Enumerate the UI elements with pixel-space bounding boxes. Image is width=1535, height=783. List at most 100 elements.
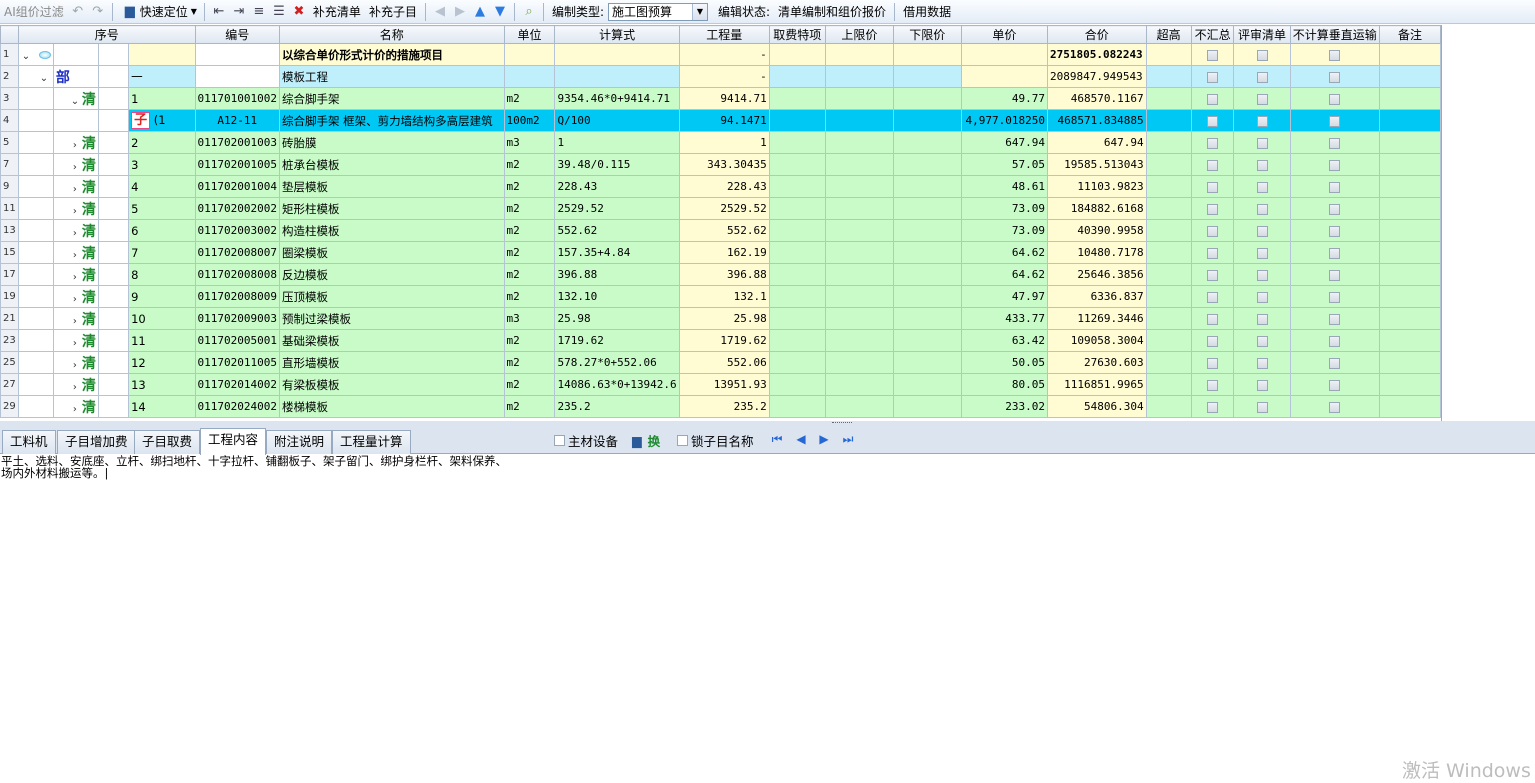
fee-item-cell[interactable] [768, 109, 826, 132]
no-vertical-cell[interactable] [1289, 109, 1380, 132]
arrow-right-icon[interactable]: ▶ [452, 4, 468, 20]
col-header-lower-price[interactable]: 下限价 [892, 25, 962, 44]
review-list-cell[interactable] [1233, 197, 1291, 220]
no-summary-checkbox[interactable] [1207, 335, 1219, 347]
remark-cell[interactable] [1378, 395, 1441, 418]
promote-icon[interactable]: ≡ [251, 4, 267, 20]
expand-icon[interactable]: › [70, 294, 80, 305]
lower-price-cell[interactable] [892, 131, 962, 154]
review-list-checkbox[interactable] [1256, 71, 1268, 83]
total-cell[interactable]: 184882.6168 [1046, 197, 1147, 220]
lower-price-cell[interactable] [892, 329, 962, 352]
qty-cell[interactable]: 162.19 [678, 241, 770, 264]
tree-cell[interactable]: › 清 [52, 197, 99, 220]
lower-price-cell[interactable] [892, 351, 962, 374]
formula-cell[interactable]: 9354.46*0+9414.71 [554, 87, 680, 110]
remark-cell[interactable] [1378, 263, 1441, 286]
tree-cell[interactable]: › 清 [52, 351, 99, 374]
unit-price-cell[interactable]: 233.02 [960, 395, 1048, 418]
no-vertical-checkbox[interactable] [1329, 225, 1341, 237]
fee-item-cell[interactable] [768, 329, 826, 352]
unit-price-cell[interactable] [960, 65, 1048, 88]
unit-price-cell[interactable]: 647.94 [960, 131, 1048, 154]
name-cell[interactable]: 反边模板 [278, 263, 505, 286]
no-summary-checkbox[interactable] [1207, 159, 1219, 171]
remark-cell[interactable] [1378, 373, 1441, 396]
unit-price-cell[interactable]: 48.61 [960, 175, 1048, 198]
remark-cell[interactable] [1378, 241, 1441, 264]
expand-icon[interactable]: › [70, 338, 80, 349]
row-number[interactable]: 17 [0, 263, 19, 286]
no-summary-cell[interactable] [1190, 241, 1235, 264]
unit-cell[interactable]: m3 [503, 307, 556, 330]
row-number[interactable]: 19 [0, 285, 19, 308]
no-vertical-cell[interactable] [1289, 395, 1380, 418]
upper-price-cell[interactable] [824, 131, 894, 154]
no-vertical-checkbox[interactable] [1329, 181, 1341, 193]
first-record-icon[interactable]: ⏮ [770, 432, 784, 446]
lower-price-cell[interactable] [892, 109, 962, 132]
row-number[interactable]: 5 [0, 131, 19, 154]
tree-cell[interactable]: › 清 [52, 395, 99, 418]
no-vertical-cell[interactable] [1289, 219, 1380, 242]
unit-cell[interactable] [503, 43, 556, 66]
tree-cell[interactable]: › 清 [52, 153, 99, 176]
review-list-checkbox[interactable] [1256, 93, 1268, 105]
review-list-checkbox[interactable] [1256, 137, 1268, 149]
table-row[interactable]: 23 › 清 11 011702005001 基础梁模板 m2 1719.62 1719.62 6… [0, 329, 1441, 352]
main-material-option[interactable]: 主材设备 [554, 431, 618, 449]
tab-labor-material[interactable]: 工料机 [2, 430, 56, 454]
upper-price-cell[interactable] [824, 285, 894, 308]
fee-item-cell[interactable] [768, 307, 826, 330]
row-number[interactable]: 1 [0, 43, 19, 66]
no-vertical-cell[interactable] [1289, 329, 1380, 352]
overheight-cell[interactable] [1145, 43, 1192, 66]
upper-price-cell[interactable] [824, 43, 894, 66]
fee-item-cell[interactable] [768, 65, 826, 88]
measures-grid[interactable]: 序号 编号 名称 单位 计算式 工程量 取费特项 上限价 下限价 单价 合价 超… [0, 25, 1442, 421]
review-list-cell[interactable] [1233, 175, 1291, 198]
no-vertical-cell[interactable] [1289, 285, 1380, 308]
code-cell[interactable]: 011702024002 [194, 395, 280, 418]
review-list-cell[interactable] [1233, 373, 1291, 396]
code-cell[interactable]: 011702008009 [194, 285, 280, 308]
total-cell[interactable]: 2751805.082243 [1046, 43, 1147, 66]
no-summary-cell[interactable] [1190, 219, 1235, 242]
upper-price-cell[interactable] [824, 109, 894, 132]
col-header-fee-item[interactable]: 取费特项 [768, 25, 826, 44]
collapse-icon[interactable]: ⌄ [70, 96, 80, 107]
remark-cell[interactable] [1378, 329, 1441, 352]
qty-cell[interactable]: 1 [678, 131, 770, 154]
ai-filter-button[interactable]: AI组价过滤 [0, 3, 68, 20]
total-cell[interactable]: 468570.1167 [1046, 87, 1147, 110]
overheight-cell[interactable] [1145, 219, 1192, 242]
seq-cell[interactable]: 11 [128, 329, 196, 352]
seq-cell[interactable]: 3 [128, 153, 196, 176]
total-cell[interactable]: 11269.3446 [1046, 307, 1147, 330]
name-cell[interactable]: 有梁板模板 [278, 373, 505, 396]
expand-icon[interactable]: › [70, 184, 80, 195]
upper-price-cell[interactable] [824, 65, 894, 88]
no-summary-cell[interactable] [1190, 43, 1235, 66]
col-header-no-vertical[interactable]: 不计算垂直运输 [1289, 25, 1380, 44]
total-cell[interactable]: 109058.3004 [1046, 329, 1147, 352]
review-list-cell[interactable] [1233, 219, 1291, 242]
no-summary-cell[interactable] [1190, 329, 1235, 352]
remark-cell[interactable] [1378, 65, 1441, 88]
unit-cell[interactable]: 100m2 [503, 109, 556, 132]
overheight-cell[interactable] [1145, 153, 1192, 176]
formula-cell[interactable]: 39.48/0.115 [554, 153, 680, 176]
no-summary-cell[interactable] [1190, 131, 1235, 154]
tab-notes[interactable]: 附注说明 [266, 430, 333, 454]
seq-cell[interactable]: 14 [128, 395, 196, 418]
table-row[interactable]: 2 ⌄ 部 一 模板工程 - 2089847.949543 [0, 65, 1441, 88]
fee-item-cell[interactable] [768, 285, 826, 308]
tab-sub-fee[interactable]: 子目取费 [134, 430, 201, 454]
no-summary-cell[interactable] [1190, 65, 1235, 88]
unit-price-cell[interactable]: 49.77 [960, 87, 1048, 110]
col-header-unit[interactable]: 单位 [503, 25, 556, 44]
qty-cell[interactable]: 2529.52 [678, 197, 770, 220]
table-row[interactable]: 3 ⌄ 清 1 011701001002 综合脚手架 m2 9354.46*0+9414.71… [0, 87, 1441, 110]
unit-price-cell[interactable]: 80.05 [960, 373, 1048, 396]
review-list-checkbox[interactable] [1256, 247, 1268, 259]
